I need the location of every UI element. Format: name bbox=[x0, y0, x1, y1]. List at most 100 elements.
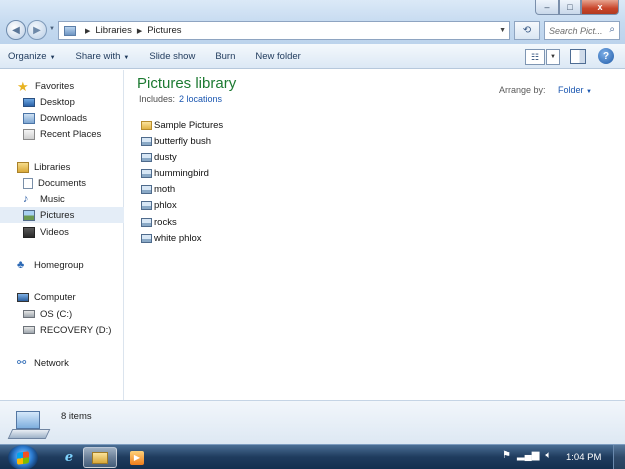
sidebar-item-favorites[interactable]: ★ Favorites bbox=[0, 78, 124, 94]
recent-places-icon bbox=[23, 128, 35, 140]
maximize-button[interactable]: □ bbox=[559, 0, 581, 15]
image-file-icon bbox=[141, 185, 152, 194]
share-with-menu[interactable]: Share with ▼ bbox=[76, 51, 130, 62]
address-dropdown-icon[interactable]: ▼ bbox=[499, 27, 506, 34]
image-file-icon bbox=[141, 169, 152, 178]
volume-icon[interactable]: 🔈︎ bbox=[545, 450, 551, 461]
library-computer-icon bbox=[7, 411, 51, 441]
file-name: butterfly bush bbox=[154, 136, 212, 147]
internet-explorer-icon: e bbox=[64, 450, 74, 465]
sidebar-item-homegroup[interactable]: ♣ Homegroup bbox=[0, 257, 124, 273]
image-file-icon bbox=[141, 218, 152, 227]
sidebar-item-os-drive[interactable]: OS (C:) bbox=[0, 306, 124, 322]
burn-button[interactable]: Burn bbox=[215, 51, 235, 62]
sidebar-item-downloads[interactable]: Downloads bbox=[0, 110, 124, 126]
breadcrumb-separator-icon[interactable]: ▶ bbox=[85, 27, 90, 35]
chevron-down-icon: ▼ bbox=[586, 89, 592, 95]
new-folder-button[interactable]: New folder bbox=[255, 51, 300, 62]
hard-drive-icon bbox=[23, 310, 35, 318]
arrange-by-label: Arrange by: bbox=[499, 85, 546, 95]
list-item[interactable]: rocks bbox=[141, 215, 177, 230]
close-button[interactable]: x bbox=[581, 0, 619, 15]
minimize-button[interactable]: – bbox=[535, 0, 559, 15]
list-item[interactable]: white phlox bbox=[141, 231, 202, 246]
network-signal-icon[interactable]: ▂▄▆ bbox=[517, 450, 539, 461]
file-name: dusty bbox=[154, 152, 177, 163]
search-placeholder: Search Pict... bbox=[549, 25, 603, 36]
help-icon: ? bbox=[602, 50, 610, 62]
back-button[interactable]: ◀ bbox=[6, 20, 26, 40]
sidebar-item-label: Music bbox=[40, 193, 65, 205]
breadcrumb-separator-icon[interactable]: ▶ bbox=[137, 27, 142, 35]
folder-icon bbox=[92, 451, 108, 464]
refresh-button[interactable]: ⟲ bbox=[514, 21, 540, 40]
list-item[interactable]: moth bbox=[141, 182, 175, 197]
media-player-icon: ▶ bbox=[130, 450, 144, 465]
recent-pages-dropdown[interactable]: ▼ bbox=[49, 26, 55, 32]
sidebar-item-music[interactable]: ♪ Music bbox=[0, 191, 124, 207]
taskbar-windows-explorer[interactable] bbox=[83, 447, 117, 468]
help-button[interactable]: ? bbox=[598, 48, 614, 64]
breadcrumb-pictures[interactable]: Pictures bbox=[147, 25, 181, 36]
homegroup-icon: ♣ bbox=[17, 258, 25, 271]
change-view-button[interactable]: ☷ bbox=[525, 49, 545, 65]
videos-icon bbox=[23, 226, 35, 238]
organize-menu[interactable]: Organize ▼ bbox=[8, 51, 56, 62]
sidebar-item-label: Pictures bbox=[40, 209, 75, 221]
sidebar-item-label: OS (C:) bbox=[40, 308, 73, 320]
show-desktop-button[interactable] bbox=[613, 445, 625, 469]
navigation-pane[interactable]: ★ Favorites Desktop Downloads Recent Plac… bbox=[0, 70, 124, 400]
sidebar-item-documents[interactable]: Documents bbox=[0, 175, 124, 191]
list-item[interactable]: Sample Pictures bbox=[141, 118, 223, 133]
item-count: 8 items bbox=[61, 411, 92, 422]
library-locations-link[interactable]: 2 locations bbox=[179, 94, 222, 104]
command-bar: Organize ▼ Share with ▼ Slide show Burn Ne… bbox=[0, 44, 625, 69]
sidebar-item-videos[interactable]: Videos bbox=[0, 224, 124, 240]
breadcrumb-libraries[interactable]: Libraries bbox=[95, 25, 131, 36]
start-button[interactable] bbox=[8, 445, 38, 469]
arrange-by-dropdown[interactable]: Folder ▼ bbox=[558, 85, 592, 95]
sidebar-item-recovery-drive[interactable]: RECOVERY (D:) bbox=[0, 322, 124, 338]
file-name: phlox bbox=[154, 200, 177, 211]
desktop-icon bbox=[23, 97, 35, 107]
pictures-library-icon bbox=[64, 25, 76, 36]
sidebar-item-recent-places[interactable]: Recent Places bbox=[0, 126, 124, 142]
file-name: Sample Pictures bbox=[154, 120, 224, 131]
forward-button[interactable]: ▶ bbox=[27, 20, 47, 40]
image-file-icon bbox=[141, 137, 152, 146]
list-item[interactable]: butterfly bush bbox=[141, 134, 211, 149]
action-center-icon[interactable]: ⚑ bbox=[502, 450, 511, 461]
sidebar-item-label: Downloads bbox=[40, 112, 87, 124]
chevron-down-icon: ▼ bbox=[49, 54, 56, 61]
system-tray: ⚑ ▂▄▆ 🔈︎ bbox=[502, 450, 557, 461]
folder-icon bbox=[141, 121, 152, 130]
page-title: Pictures library bbox=[137, 75, 237, 92]
sidebar-item-label: Libraries bbox=[34, 161, 71, 173]
includes-label: Includes: bbox=[139, 94, 176, 104]
sidebar-item-computer[interactable]: Computer bbox=[0, 289, 124, 305]
list-item[interactable]: phlox bbox=[141, 198, 177, 213]
file-list-pane[interactable]: Pictures library Includes: 2 locations Ar… bbox=[125, 70, 625, 400]
slide-show-button[interactable]: Slide show bbox=[149, 51, 195, 62]
image-file-icon bbox=[141, 234, 152, 243]
file-name: rocks bbox=[154, 217, 177, 228]
sidebar-item-pictures[interactable]: Pictures bbox=[0, 207, 124, 223]
sidebar-item-libraries[interactable]: Libraries bbox=[0, 159, 124, 175]
sidebar-item-label: Computer bbox=[34, 291, 76, 303]
taskbar-media-player[interactable]: ▶ bbox=[120, 447, 154, 468]
list-item[interactable]: hummingbird bbox=[141, 166, 209, 181]
taskbar-internet-explorer[interactable]: e bbox=[52, 447, 86, 468]
file-name: moth bbox=[154, 184, 176, 195]
library-includes: Includes: 2 locations bbox=[139, 94, 222, 104]
search-input[interactable]: Search Pict... ⌕ bbox=[544, 21, 620, 40]
file-name: hummingbird bbox=[154, 168, 209, 179]
file-name: white phlox bbox=[154, 233, 202, 244]
view-options-dropdown[interactable]: ▼ bbox=[546, 49, 560, 65]
sidebar-item-desktop[interactable]: Desktop bbox=[0, 94, 124, 110]
preview-pane-button[interactable] bbox=[570, 49, 586, 64]
computer-icon bbox=[17, 292, 29, 302]
clock[interactable]: 1:04 PM bbox=[566, 452, 601, 463]
sidebar-item-network[interactable]: ⚯ Network bbox=[0, 355, 124, 371]
address-bar[interactable]: ▶ Libraries ▶ Pictures ▼ bbox=[58, 21, 510, 40]
list-item[interactable]: dusty bbox=[141, 150, 177, 165]
